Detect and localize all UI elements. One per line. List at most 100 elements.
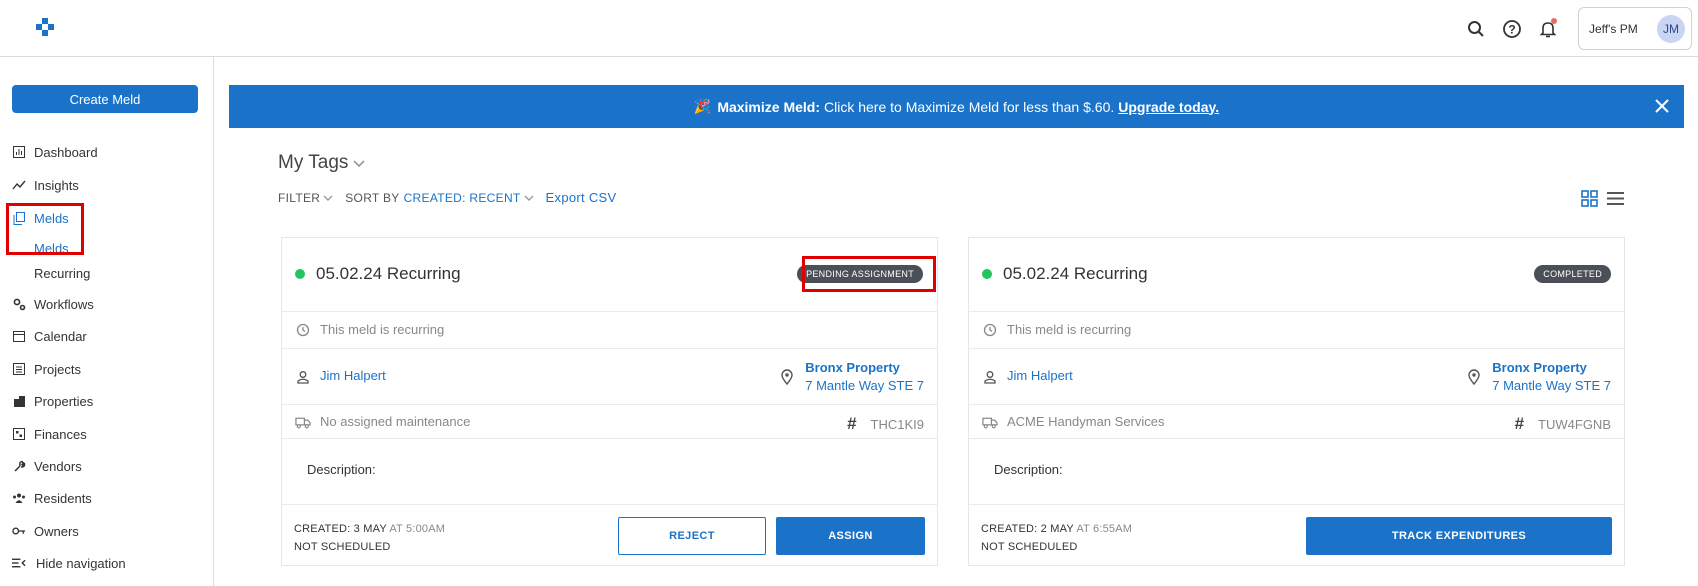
recurring-row: This meld is recurring <box>282 312 937 349</box>
property-info[interactable]: Bronx Property 7 Mantle Way STE 7 <box>805 359 924 395</box>
card-footer: CREATED: 3 MAY AT 5:00AM NOT SCHEDULED R… <box>282 505 937 565</box>
sidebar-item-workflows[interactable]: Workflows <box>12 293 94 315</box>
avatar: JM <box>1657 14 1685 43</box>
assign-button[interactable]: ASSIGN <box>776 517 925 555</box>
page-title[interactable]: My Tags <box>278 152 366 174</box>
highlight-box-melds <box>6 203 84 255</box>
filter-dropdown[interactable]: FILTER <box>278 191 333 205</box>
grid-view-icon[interactable] <box>1579 188 1599 208</box>
sidebar-item-finances[interactable]: Finances <box>12 423 87 445</box>
hash-icon: # <box>1514 414 1525 433</box>
sidebar-item-label: Hide navigation <box>36 555 126 571</box>
close-icon[interactable] <box>1652 96 1672 116</box>
top-bar: ? Jeff's PM JM <box>0 0 1698 57</box>
description-label: Description: <box>994 462 1063 477</box>
help-icon[interactable]: ? <box>1500 17 1524 41</box>
filter-label: FILTER <box>278 190 321 205</box>
banner-bold-text: Maximize Meld: <box>717 98 821 115</box>
top-actions: ? Jeff's PM JM <box>1464 0 1698 57</box>
sidebar-subitem-recurring[interactable]: Recurring <box>34 263 90 283</box>
property-name: Bronx Property <box>1492 360 1587 375</box>
sidebar-item-label: Residents <box>34 490 92 506</box>
chevron-down-icon <box>323 195 333 201</box>
properties-icon <box>12 394 26 408</box>
party-icon: 🎉 <box>693 98 712 114</box>
recurring-text: This meld is recurring <box>320 322 445 337</box>
description-row: Description: <box>282 439 937 505</box>
finances-icon <box>12 427 26 441</box>
residents-icon <box>12 491 26 505</box>
hash-icon: # <box>847 414 857 433</box>
resident-link[interactable]: Jim Halpert <box>1007 368 1073 383</box>
hide-nav-icon <box>12 556 26 570</box>
search-icon[interactable] <box>1464 17 1488 41</box>
meld-title[interactable]: 05.02.24 Recurring <box>1003 264 1148 284</box>
resident-property-row: Jim Halpert Bronx Property 7 Mantle Way … <box>969 349 1624 405</box>
sidebar-item-vendors[interactable]: Vendors <box>12 455 82 477</box>
property-info[interactable]: Bronx Property 7 Mantle Way STE 7 <box>1492 359 1611 395</box>
hide-navigation-button[interactable]: Hide navigation <box>12 552 126 574</box>
export-csv-link[interactable]: Export CSV <box>546 190 617 205</box>
property-name: Bronx Property <box>805 360 900 375</box>
sidebar-item-label: Owners <box>34 523 79 539</box>
created-date: CREATED: 3 MAY <box>294 523 387 535</box>
created-time: AT 5:00AM <box>389 523 446 535</box>
truck-icon <box>295 414 311 430</box>
sort-value: CREATED: RECENT <box>403 190 521 205</box>
card-header: 05.02.24 Recurring COMPLETED <box>969 238 1624 312</box>
sort-dropdown[interactable]: SORT BY CREATED: RECENT <box>345 190 534 205</box>
property-address: 7 Mantle Way STE 7 <box>805 378 924 393</box>
list-view-icon[interactable] <box>1605 188 1625 208</box>
calendar-icon <box>12 329 26 343</box>
sidebar-item-label: Insights <box>34 177 79 193</box>
workflows-icon <box>12 297 26 311</box>
maintenance-text: No assigned maintenance <box>320 414 471 429</box>
sidebar-item-properties[interactable]: Properties <box>12 390 93 412</box>
meld-reference: # TUW4FGNB <box>1515 414 1611 434</box>
sidebar-item-label: Finances <box>34 426 87 442</box>
projects-icon <box>12 362 26 376</box>
resident-link[interactable]: Jim Halpert <box>320 368 386 383</box>
sidebar-item-label: Dashboard <box>34 144 98 160</box>
upgrade-link[interactable]: Upgrade today. <box>1118 99 1219 115</box>
sidebar-item-projects[interactable]: Projects <box>12 358 81 380</box>
meld-card[interactable]: 05.02.24 Recurring PENDING ASSIGNMENT Th… <box>281 237 938 566</box>
highlight-box-status <box>802 256 936 292</box>
meld-title[interactable]: 05.02.24 Recurring <box>316 264 461 284</box>
sidebar-item-calendar[interactable]: Calendar <box>12 325 87 347</box>
created-info: CREATED: 2 MAY AT 6:55AM NOT SCHEDULED <box>981 520 1132 556</box>
view-toggle <box>1573 188 1625 208</box>
sidebar-item-dashboard[interactable]: Dashboard <box>12 141 98 163</box>
maintenance-row: No assigned maintenance # THC1KI9 <box>282 405 937 439</box>
sidebar-item-owners[interactable]: Owners <box>12 520 79 542</box>
location-pin-icon <box>781 369 793 385</box>
sidebar-item-insights[interactable]: Insights <box>12 174 79 196</box>
reference-code: TUW4FGNB <box>1538 416 1611 432</box>
page-title-text: My Tags <box>278 152 349 173</box>
meld-card[interactable]: 05.02.24 Recurring COMPLETED This meld i… <box>968 237 1625 566</box>
svg-text:?: ? <box>1508 22 1515 36</box>
schedule-status: NOT SCHEDULED <box>294 541 391 553</box>
user-icon <box>295 369 311 385</box>
status-dot <box>982 269 992 279</box>
banner-text: Click here to Maximize Meld for less tha… <box>824 98 1115 115</box>
sidebar-item-residents[interactable]: Residents <box>12 487 92 509</box>
create-meld-button[interactable]: Create Meld <box>12 85 198 113</box>
description-label: Description: <box>307 462 376 477</box>
clock-history-icon <box>295 322 311 338</box>
notifications-bell-icon[interactable] <box>1536 17 1560 41</box>
reject-button[interactable]: REJECT <box>618 517 766 555</box>
sidebar-item-label: Calendar <box>34 328 87 344</box>
list-controls: FILTER SORT BY CREATED: RECENT Export CS… <box>278 190 628 205</box>
clock-history-icon <box>982 322 998 338</box>
sidebar-item-label: Properties <box>34 393 94 409</box>
property-meld-logo-icon[interactable] <box>34 18 56 38</box>
sidebar-item-label: Projects <box>34 361 81 377</box>
track-expenditures-button[interactable]: TRACK EXPENDITURES <box>1306 517 1612 555</box>
notification-dot <box>1551 17 1557 24</box>
user-name: Jeff's PM <box>1589 21 1638 36</box>
status-dot <box>295 269 305 279</box>
created-info: CREATED: 3 MAY AT 5:00AM NOT SCHEDULED <box>294 520 445 556</box>
upgrade-banner[interactable]: 🎉 Maximize Meld: Click here to Maximize … <box>229 85 1684 128</box>
user-menu-button[interactable]: Jeff's PM JM <box>1578 7 1692 50</box>
